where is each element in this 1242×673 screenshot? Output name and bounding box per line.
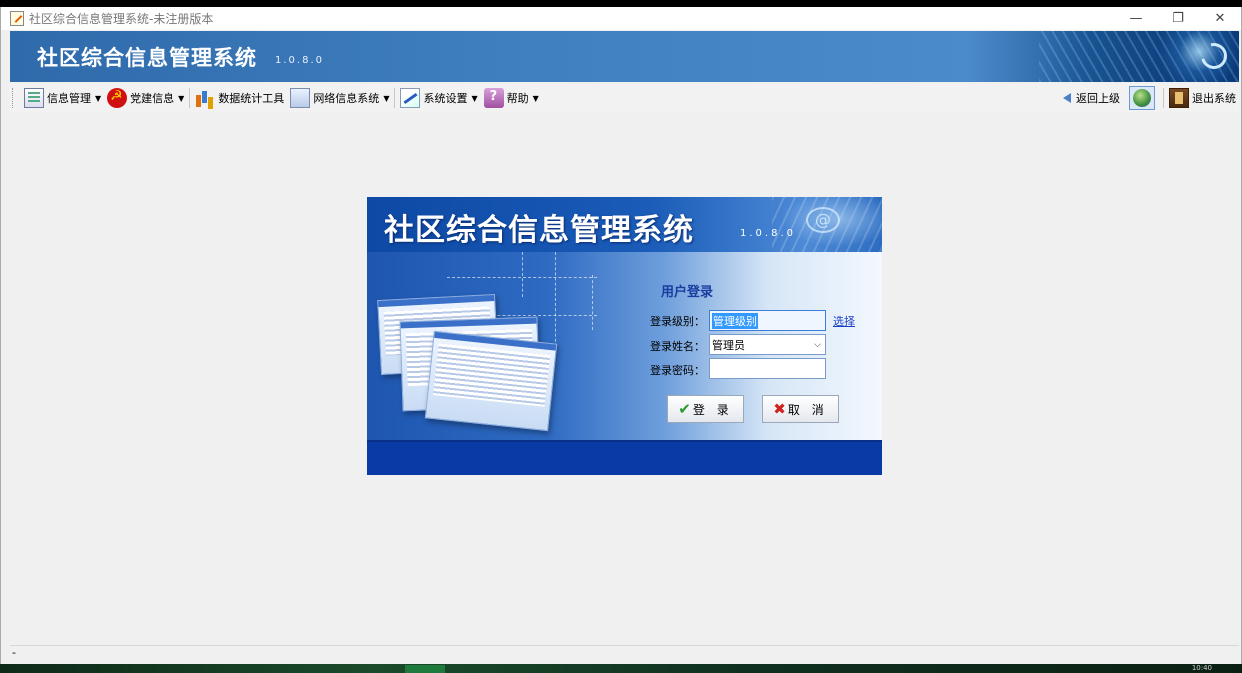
minimize-button[interactable]: —	[1115, 7, 1157, 30]
banner-title: 社区综合信息管理系统	[37, 46, 257, 70]
chevron-down-icon[interactable]: ⌵	[814, 340, 821, 350]
login-level-value: 管理级别	[712, 312, 758, 329]
check-icon: ✔	[678, 400, 691, 418]
chevron-down-icon: ▼	[178, 93, 185, 103]
login-dialog: @ 社区综合信息管理系统 1.0.8.0 用户登录 登录级别： 管理级别 选择 …	[367, 197, 882, 475]
at-sign-icon: @	[806, 207, 840, 233]
menu-system-settings[interactable]: 系统设置 ▼	[397, 86, 480, 110]
toolbar-separator	[189, 88, 191, 108]
login-header: @ 社区综合信息管理系统 1.0.8.0	[367, 197, 882, 252]
menu-help-label: 帮助	[506, 92, 529, 105]
party-building-icon	[107, 88, 128, 108]
menu-network-system[interactable]: 网络信息系统 ▼	[287, 86, 392, 110]
login-name-combobox[interactable]: 管理员 ⌵	[709, 334, 826, 355]
login-level-label: 登录级别：	[650, 315, 705, 328]
chevron-down-icon: ▼	[532, 93, 539, 103]
chevron-down-icon: ▼	[471, 93, 478, 103]
status-bar: -	[10, 645, 1239, 664]
login-name-label: 登录姓名：	[650, 340, 705, 353]
menu-info-management[interactable]: 信息管理 ▼	[21, 86, 104, 110]
menu-network-system-label: 网络信息系统	[313, 92, 380, 105]
menu-data-statistics-label: 数据统计工具	[218, 92, 285, 105]
toolbar-separator	[1163, 88, 1164, 108]
menu-help[interactable]: 帮助 ▼	[481, 86, 542, 110]
settings-pen-icon	[400, 88, 421, 108]
menu-info-management-label: 信息管理	[47, 92, 91, 105]
exit-system-label: 退出系统	[1192, 92, 1236, 105]
taskbar-active-app[interactable]	[405, 665, 445, 673]
restore-button[interactable]: ❐	[1157, 7, 1199, 30]
cancel-button[interactable]: ✖ 取 消	[762, 395, 839, 423]
chevron-down-icon: ▼	[95, 93, 102, 103]
login-name-value: 管理员	[712, 338, 745, 352]
title-bar[interactable]: 社区综合信息管理系统-未注册版本 — ❐ ✕	[1, 7, 1241, 30]
toolbar-separator	[394, 88, 396, 108]
network-icon	[290, 88, 311, 108]
login-button-label: 登 录	[692, 402, 733, 417]
bar-chart-icon	[195, 88, 215, 108]
login-title: 社区综合信息管理系统	[384, 213, 694, 248]
login-password-field[interactable]	[709, 358, 826, 379]
status-text: -	[12, 646, 16, 659]
chevron-down-icon: ▼	[383, 93, 390, 103]
main-toolbar: 信息管理 ▼ 党建信息 ▼ 数据统计工具 网络信息系统 ▼ 系统设置 ▼ 帮助 …	[10, 84, 1239, 112]
close-button[interactable]: ✕	[1199, 7, 1241, 30]
banner-version: 1.0.8.0	[275, 55, 324, 66]
exit-door-icon	[1169, 88, 1189, 108]
screenshot-illustration-front	[424, 330, 558, 432]
web-globe-button[interactable]	[1129, 86, 1155, 110]
user-login-heading: 用户登录	[661, 285, 714, 300]
menu-party-building-label: 党建信息	[130, 92, 175, 105]
login-password-label: 登录密码：	[650, 364, 705, 377]
app-icon	[10, 11, 24, 26]
globe-icon	[1133, 89, 1151, 107]
choose-level-link[interactable]: 选择	[833, 313, 855, 329]
help-book-icon	[483, 88, 504, 108]
cross-icon: ✖	[773, 400, 786, 418]
info-manage-icon	[24, 88, 44, 108]
toolbar-grip[interactable]	[12, 88, 15, 108]
window-title: 社区综合信息管理系统-未注册版本	[29, 12, 214, 26]
back-button[interactable]: 返回上级	[1058, 86, 1123, 110]
menu-system-settings-label: 系统设置	[423, 92, 468, 105]
menu-data-statistics[interactable]: 数据统计工具	[192, 86, 287, 110]
back-button-label: 返回上级	[1076, 92, 1120, 105]
screen-top-edge	[0, 0, 1242, 7]
toolbar-right-group: 返回上级 退出系统	[1058, 86, 1239, 110]
app-banner: 社区综合信息管理系统 1.0.8.0	[10, 31, 1239, 82]
back-arrow-icon	[1061, 92, 1073, 104]
login-version: 1.0.8.0	[740, 228, 796, 239]
taskbar-clock: 10:40	[1191, 664, 1212, 672]
window-controls: — ❐ ✕	[1115, 7, 1241, 30]
login-button[interactable]: ✔ 登 录	[667, 395, 744, 423]
menu-party-building[interactable]: 党建信息 ▼	[104, 86, 187, 110]
login-level-field[interactable]: 管理级别	[709, 310, 826, 331]
exit-system-button[interactable]: 退出系统	[1166, 86, 1239, 110]
os-taskbar: 10:40	[0, 664, 1242, 673]
cancel-button-label: 取 消	[787, 402, 828, 417]
login-footer	[367, 442, 882, 475]
